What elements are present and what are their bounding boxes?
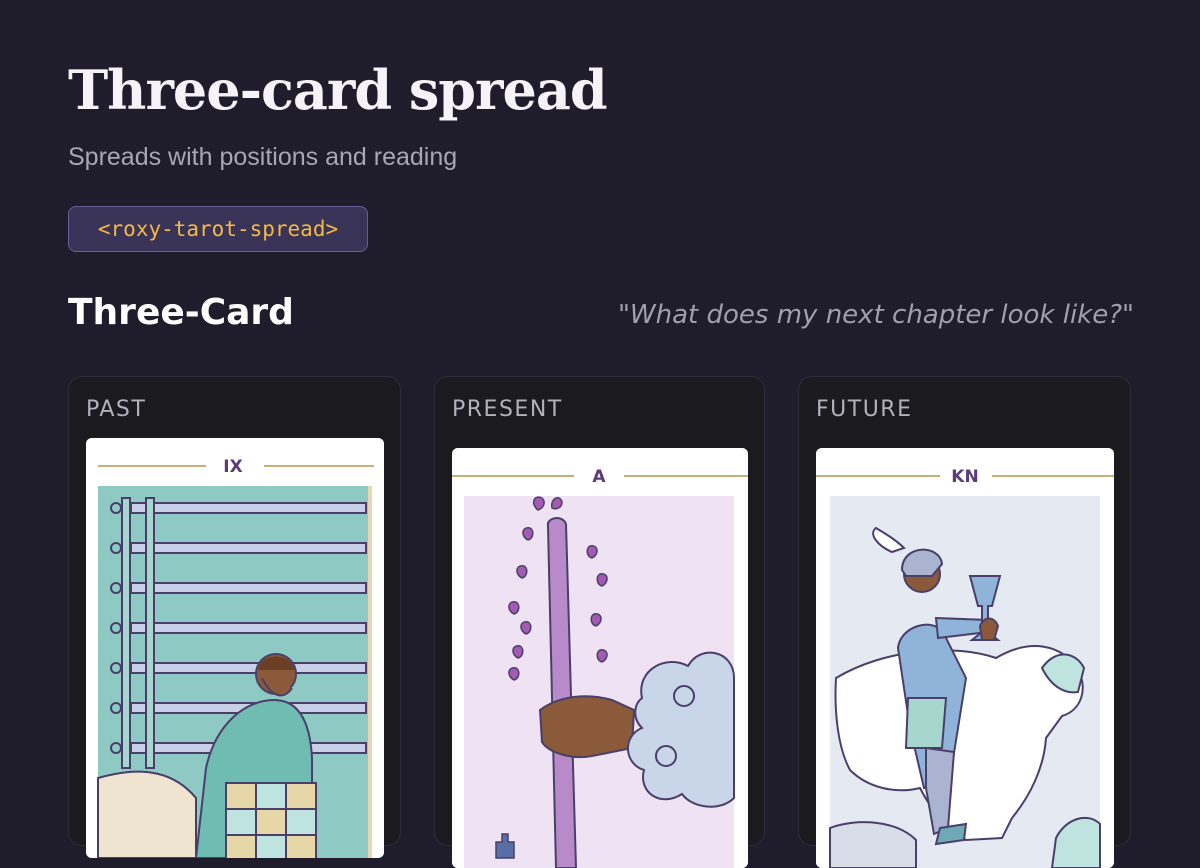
card-numeral: IX bbox=[223, 457, 242, 477]
position-label: PRESENT bbox=[452, 397, 563, 422]
knight-of-cups-icon: KN bbox=[816, 448, 1114, 868]
page-subtitle: Spreads with positions and reading bbox=[68, 143, 458, 171]
position-label: PAST bbox=[86, 397, 147, 422]
ace-of-wands-icon: A bbox=[452, 448, 748, 868]
position-slot-future: FUTURE KN bbox=[798, 376, 1131, 868]
tarot-card-future[interactable]: KN bbox=[816, 448, 1114, 868]
page-title: Three-card spread bbox=[68, 58, 608, 122]
spread-question: "What does my next chapter look like?" bbox=[617, 300, 1134, 330]
nine-of-swords-icon: IX bbox=[86, 438, 384, 858]
tarot-card-past[interactable]: IX bbox=[86, 438, 384, 858]
position-slot-present: PRESENT A bbox=[434, 376, 765, 868]
tarot-card-present[interactable]: A bbox=[452, 448, 748, 868]
card-numeral: KN bbox=[951, 467, 978, 487]
position-slot-past: PAST IX bbox=[68, 376, 401, 858]
spread-name: Three-Card bbox=[68, 292, 294, 333]
position-label: FUTURE bbox=[816, 397, 913, 422]
component-tag: <roxy-tarot-spread> bbox=[68, 206, 368, 252]
card-numeral: A bbox=[592, 467, 606, 487]
